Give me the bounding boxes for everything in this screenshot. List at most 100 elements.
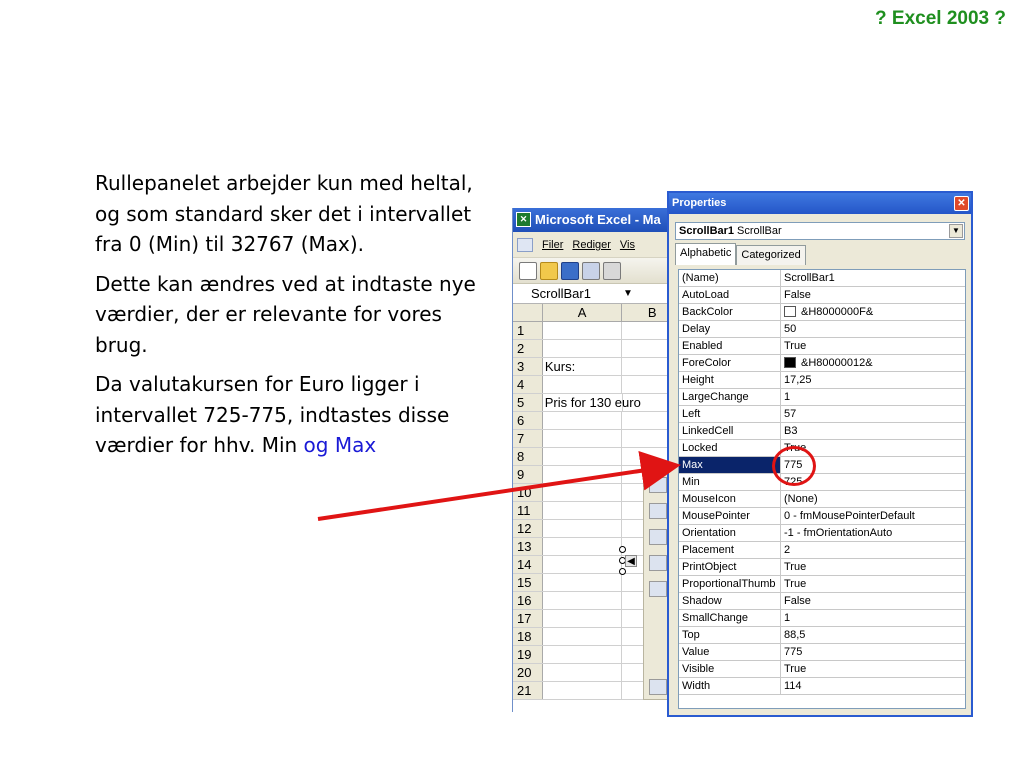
row-header[interactable]: 11 <box>513 502 543 519</box>
property-row[interactable]: LinkedCell B3 <box>679 423 965 440</box>
chevron-down-icon[interactable]: ▼ <box>949 224 963 238</box>
row-header[interactable]: 5 <box>513 394 543 411</box>
cell-a[interactable] <box>543 466 623 483</box>
selection-handle[interactable] <box>619 568 626 575</box>
cell-a[interactable]: Pris for 130 euro <box>543 394 641 411</box>
row-header[interactable]: 6 <box>513 412 543 429</box>
property-row[interactable]: BackColor &H8000000F& <box>679 304 965 321</box>
row-header[interactable]: 21 <box>513 682 543 699</box>
property-row[interactable]: Top 88,5 <box>679 627 965 644</box>
cell-a[interactable] <box>543 322 623 339</box>
property-value[interactable]: 2 <box>781 542 965 558</box>
cell-a[interactable] <box>543 520 623 537</box>
cell-a[interactable] <box>543 646 623 663</box>
cell-a[interactable] <box>543 610 623 627</box>
permission-icon[interactable] <box>582 261 600 280</box>
row-header[interactable]: 15 <box>513 574 543 591</box>
copy-icon[interactable] <box>649 503 667 519</box>
cell-a[interactable] <box>543 430 623 447</box>
property-row[interactable]: MousePointer 0 - fmMousePointerDefault <box>679 508 965 525</box>
property-row[interactable]: Enabled True <box>679 338 965 355</box>
property-row[interactable]: Locked True <box>679 440 965 457</box>
object-selector[interactable]: ScrollBar1 ScrollBar ▼ <box>675 222 965 240</box>
property-row[interactable]: PrintObject True <box>679 559 965 576</box>
property-value[interactable]: 17,25 <box>781 372 965 388</box>
row-header[interactable]: 12 <box>513 520 543 537</box>
row-header[interactable]: 20 <box>513 664 543 681</box>
cell-a[interactable] <box>543 538 623 555</box>
cell-a[interactable] <box>543 628 623 645</box>
cell-a[interactable] <box>543 682 623 699</box>
cell-a[interactable] <box>543 448 623 465</box>
property-value[interactable]: 57 <box>781 406 965 422</box>
column-header-a[interactable]: A <box>543 304 623 321</box>
row-header[interactable]: 2 <box>513 340 543 357</box>
cell-a[interactable] <box>543 502 623 519</box>
row-header[interactable]: 18 <box>513 628 543 645</box>
property-row[interactable]: Min 725 <box>679 474 965 491</box>
cell-a[interactable] <box>543 664 623 681</box>
paste-icon[interactable] <box>649 529 667 545</box>
property-value[interactable]: False <box>781 287 965 303</box>
property-row[interactable]: ForeColor &H80000012& <box>679 355 965 372</box>
property-value[interactable]: (None) <box>781 491 965 507</box>
excel-title-bar[interactable]: ✕ Microsoft Excel - Ma <box>513 208 682 232</box>
chevron-down-icon[interactable]: ▼ <box>623 288 633 299</box>
tab-categorized[interactable]: Categorized <box>736 245 806 265</box>
property-value[interactable]: 775 <box>781 644 965 660</box>
selection-handle[interactable] <box>619 546 626 553</box>
properties-icon[interactable] <box>649 555 667 571</box>
property-value[interactable]: &H8000000F& <box>781 304 965 320</box>
property-value[interactable]: False <box>781 593 965 609</box>
row-header[interactable]: 19 <box>513 646 543 663</box>
toolbox-button[interactable] <box>649 477 667 493</box>
property-row[interactable]: Delay 50 <box>679 321 965 338</box>
menu-filer[interactable]: Filer <box>542 239 563 251</box>
property-value[interactable]: True <box>781 576 965 592</box>
row-header[interactable]: 9 <box>513 466 543 483</box>
close-icon[interactable]: ✕ <box>954 196 969 211</box>
property-row[interactable]: Visible True <box>679 661 965 678</box>
save-icon[interactable] <box>561 261 579 280</box>
row-header[interactable]: 14 <box>513 556 543 573</box>
property-value[interactable]: True <box>781 661 965 677</box>
menu-vis[interactable]: Vis <box>620 239 635 251</box>
property-value[interactable]: B3 <box>781 423 965 439</box>
property-row[interactable]: MouseIcon (None) <box>679 491 965 508</box>
row-header[interactable]: 10 <box>513 484 543 501</box>
property-row[interactable]: Value 775 <box>679 644 965 661</box>
view-code-icon[interactable] <box>649 581 667 597</box>
cell-a[interactable] <box>543 376 623 393</box>
property-value[interactable]: -1 - fmOrientationAuto <box>781 525 965 541</box>
property-row[interactable]: LargeChange 1 <box>679 389 965 406</box>
properties-title-bar[interactable]: Properties ✕ <box>669 193 971 214</box>
property-value[interactable]: True <box>781 559 965 575</box>
row-header[interactable]: 7 <box>513 430 543 447</box>
cell-a[interactable] <box>543 340 623 357</box>
open-folder-icon[interactable] <box>540 261 558 280</box>
row-header[interactable]: 8 <box>513 448 543 465</box>
property-value[interactable]: 88,5 <box>781 627 965 643</box>
cell-a[interactable] <box>543 412 623 429</box>
property-value[interactable]: &H80000012& <box>781 355 965 371</box>
property-value[interactable]: 114 <box>781 678 965 694</box>
name-box[interactable]: ScrollBar1 ▼ <box>513 284 682 304</box>
cell-a[interactable]: Kurs: <box>543 358 623 375</box>
cell-a[interactable] <box>543 484 623 501</box>
property-value[interactable]: 50 <box>781 321 965 337</box>
property-row[interactable]: Left 57 <box>679 406 965 423</box>
design-mode-icon[interactable] <box>649 679 667 695</box>
row-header[interactable]: 1 <box>513 322 543 339</box>
property-row[interactable]: Shadow False <box>679 593 965 610</box>
property-value[interactable]: 1 <box>781 610 965 626</box>
property-row[interactable]: Max 775 <box>679 457 965 474</box>
property-row[interactable]: Placement 2 <box>679 542 965 559</box>
property-row[interactable]: Orientation -1 - fmOrientationAuto <box>679 525 965 542</box>
row-header[interactable]: 3 <box>513 358 543 375</box>
cell-a[interactable] <box>543 592 623 609</box>
row-header[interactable]: 17 <box>513 610 543 627</box>
property-value[interactable]: 0 - fmMousePointerDefault <box>781 508 965 524</box>
print-icon[interactable] <box>603 261 621 280</box>
property-value[interactable]: 1 <box>781 389 965 405</box>
property-row[interactable]: AutoLoad False <box>679 287 965 304</box>
